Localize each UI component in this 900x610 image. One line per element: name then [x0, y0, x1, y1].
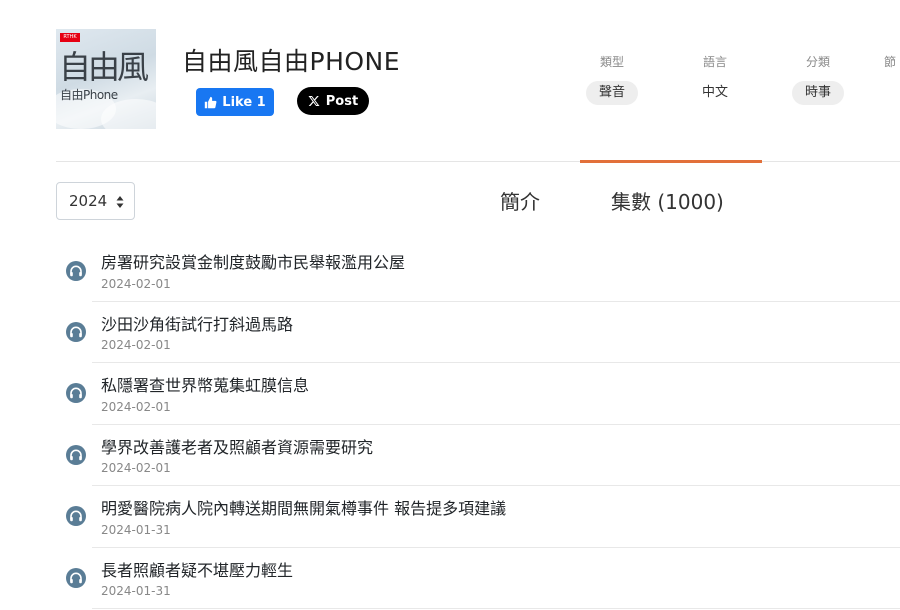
headphones-icon: [66, 445, 86, 465]
episode-title[interactable]: 私隱署查世界幣蒐集虹膜信息: [101, 372, 309, 396]
episode-date: 2024-02-01: [101, 338, 171, 352]
like-label: Like 1: [222, 94, 266, 110]
meta-category-value[interactable]: 時事: [791, 81, 844, 105]
x-logo-icon: [308, 96, 320, 106]
headphones-icon: [66, 506, 86, 526]
logo-badge: RTHK: [60, 33, 80, 42]
meta-type-label: 類型: [599, 55, 624, 69]
year-select-value: 2024: [69, 192, 108, 210]
active-tab-indicator: [580, 160, 762, 163]
episode-date: 2024-01-31: [101, 523, 171, 537]
episode-date: 2024-02-01: [101, 461, 171, 475]
logo-main-text: 自由風: [59, 48, 149, 86]
x-post-button[interactable]: Post: [297, 87, 369, 115]
header-divider: [56, 161, 900, 162]
meta-language-value: 中文: [701, 85, 728, 100]
episode-title[interactable]: 明愛醫院病人院內轉送期間無開氣樽事件 報告提多項建議: [101, 495, 506, 519]
year-select[interactable]: 2024: [56, 182, 135, 220]
meta-type-value[interactable]: 聲音: [585, 81, 638, 105]
logo-sub-text: 自由Phone: [60, 88, 118, 102]
episode-item[interactable]: 房署研究設賞金制度鼓勵市民舉報濫用公屋 2024-02-01: [0, 240, 900, 302]
caret-updown-icon: [116, 196, 124, 208]
episode-item[interactable]: 長者照顧者疑不堪壓力輕生 2024-01-31: [0, 547, 900, 609]
headphones-icon: [66, 383, 86, 403]
tab-intro[interactable]: 簡介: [500, 186, 540, 215]
row-divider: [92, 608, 900, 609]
episode-title[interactable]: 長者照顧者疑不堪壓力輕生: [101, 557, 293, 581]
meta-category-label: 分類: [805, 55, 830, 69]
page-title: 自由風自由PHONE: [182, 47, 401, 76]
episode-title[interactable]: 房署研究設賞金制度鼓勵市民舉報濫用公屋: [101, 249, 405, 273]
episode-date: 2024-01-31: [101, 584, 171, 598]
headphones-icon: [66, 568, 86, 588]
episode-item[interactable]: 私隱署查世界幣蒐集虹膜信息 2024-02-01: [0, 362, 900, 425]
tab-episodes[interactable]: 集數 (1000): [611, 186, 724, 215]
meta-program: 節: [884, 53, 900, 69]
episode-item[interactable]: 學界改善護老者及照顧者資源需要研究 2024-02-01: [0, 424, 900, 486]
episode-item[interactable]: 明愛醫院病人院內轉送期間無開氣樽事件 報告提多項建議 2024-01-31: [0, 485, 900, 548]
podcast-logo: RTHK 自由風 自由Phone: [56, 29, 156, 129]
headphones-icon: [66, 322, 86, 342]
episode-title[interactable]: 學界改善護老者及照顧者資源需要研究: [101, 434, 373, 458]
episode-date: 2024-02-01: [101, 277, 171, 291]
meta-program-label: 節: [884, 55, 897, 69]
meta-category: 分類 時事: [781, 53, 855, 105]
episode-title[interactable]: 沙田沙角街試行打斜過馬路: [101, 311, 293, 335]
meta-type: 類型 聲音: [575, 53, 649, 105]
episode-date: 2024-02-01: [101, 400, 171, 414]
meta-language-label: 語言: [702, 55, 727, 69]
meta-language: 語言 中文: [678, 53, 752, 105]
facebook-like-button[interactable]: Like 1: [196, 88, 274, 116]
post-label: Post: [325, 93, 359, 109]
thumbs-up-icon: [205, 96, 217, 108]
headphones-icon: [66, 261, 86, 281]
episode-item[interactable]: 沙田沙角街試行打斜過馬路 2024-02-01: [0, 301, 900, 363]
